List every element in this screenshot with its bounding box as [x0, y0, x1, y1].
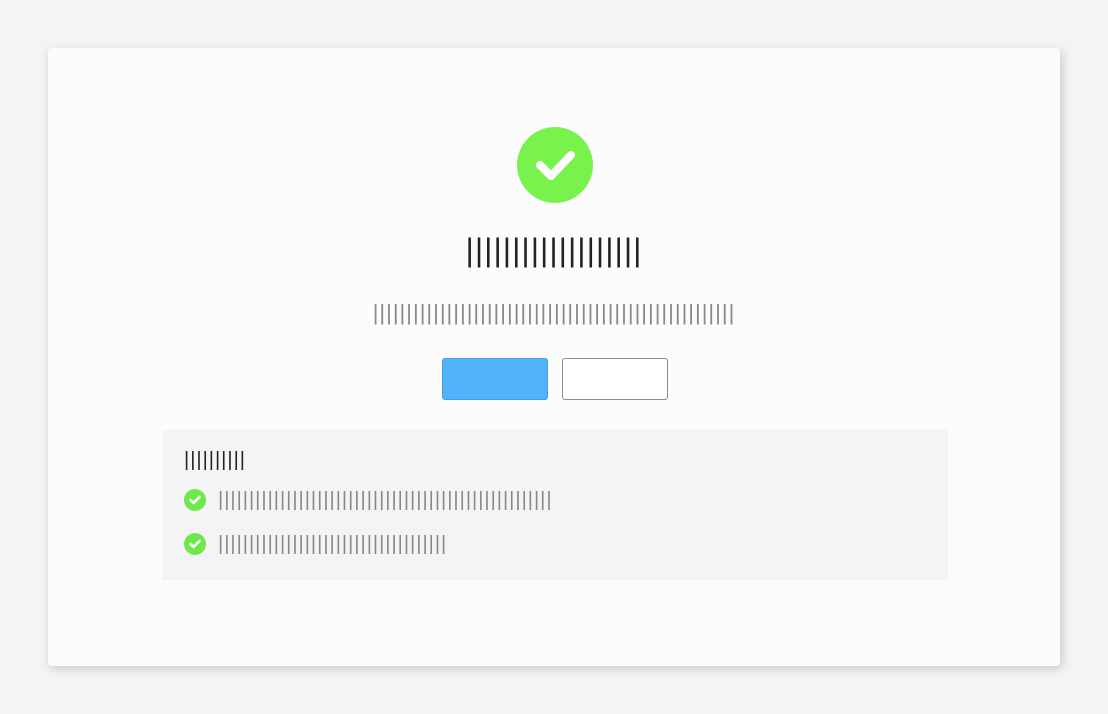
- details-title: ||||||||||: [184, 449, 246, 471]
- list-item-text: ||||||||||||||||||||||||||||||||||||||||…: [218, 489, 553, 511]
- secondary-button[interactable]: [562, 358, 668, 400]
- list-item: |||||||||||||||||||||||||||||||||||||: [184, 532, 924, 556]
- check-circle-icon: [184, 533, 206, 555]
- check-circle-icon: [184, 489, 206, 511]
- dialog-message: ||||||||||||||||||||||||||||||||||||||||…: [372, 300, 736, 325]
- primary-button[interactable]: [442, 358, 548, 400]
- dialog-title: |||||||||||||||||||: [465, 232, 643, 268]
- success-dialog: ||||||||||||||||||| ||||||||||||||||||||…: [48, 48, 1060, 666]
- success-check-icon: [517, 127, 593, 203]
- list-item: ||||||||||||||||||||||||||||||||||||||||…: [184, 488, 924, 512]
- details-panel: |||||||||| |||||||||||||||||||||||||||||…: [162, 430, 948, 580]
- list-item-text: |||||||||||||||||||||||||||||||||||||: [218, 533, 448, 555]
